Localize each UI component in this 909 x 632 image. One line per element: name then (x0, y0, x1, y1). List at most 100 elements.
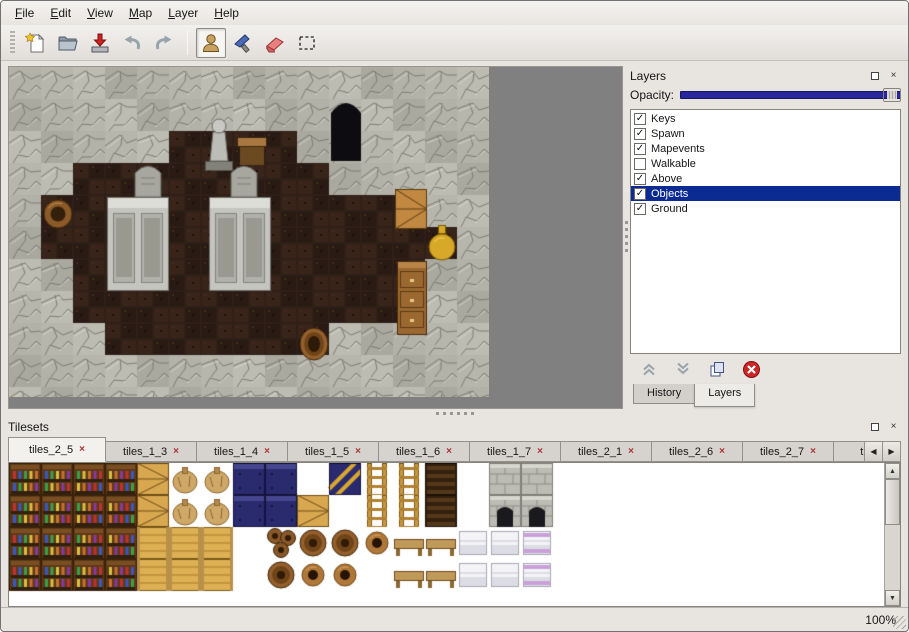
scroll-down-button[interactable]: ▼ (885, 590, 900, 606)
stamp-tool-button[interactable] (196, 28, 226, 58)
raise-layer-button[interactable] (638, 358, 660, 380)
layer-checkbox[interactable]: ✓ (634, 128, 646, 140)
menu-view[interactable]: View (79, 3, 121, 23)
tileset-tab[interactable]: tiles_2_1× (560, 441, 652, 462)
layer-row[interactable]: ✓Mapevents (631, 141, 900, 156)
zoom-level: 100% (865, 613, 896, 627)
tileset-tab[interactable]: tiles_1_7× (469, 441, 561, 462)
eraser-tool-button[interactable] (260, 28, 290, 58)
tab-label: tiles_2_7 (760, 446, 804, 458)
float-dock-button[interactable] (867, 68, 882, 83)
tab-close-icon[interactable]: × (173, 446, 179, 457)
select-tool-button[interactable] (292, 28, 322, 58)
scroll-up-button[interactable]: ▲ (885, 463, 900, 479)
tab-close-icon[interactable]: × (355, 446, 361, 457)
tileset-tab[interactable]: tiles_2_5× (8, 437, 106, 462)
close-dock-button[interactable]: × (886, 68, 901, 83)
splitter-vertical[interactable] (623, 66, 630, 409)
float-icon (871, 72, 879, 80)
duplicate-layer-button[interactable] (706, 358, 728, 380)
layer-label: Spawn (651, 128, 685, 140)
layer-row[interactable]: ✓ Ground (631, 201, 900, 216)
open-folder-icon (57, 32, 79, 54)
tab-close-icon[interactable]: × (810, 446, 816, 457)
menu-file[interactable]: File (7, 3, 42, 23)
tilesets-dock-titlebar: Tilesets × (8, 417, 901, 436)
tileset-tabbar: tiles_2_5× tiles_1_3× tiles_1_4× tiles_1… (8, 436, 901, 462)
resize-grip-icon[interactable] (893, 616, 906, 629)
undo-icon (121, 32, 143, 54)
tileset-tab[interactable]: tiles_1_6 × (378, 441, 470, 462)
tab-close-icon[interactable]: × (264, 446, 270, 457)
map-canvas[interactable] (9, 67, 489, 397)
layer-list: ✓Keys ✓Spawn ✓Mapevents Walkable ✓Above … (630, 109, 901, 354)
tab-label: History (647, 387, 681, 399)
layer-label: Walkable (651, 158, 696, 170)
opacity-slider-track[interactable] (680, 91, 901, 99)
main-area: Layers × Opacity: ✓Keys ✓ Spawn ✓Mapevent… (1, 61, 908, 409)
new-file-icon (25, 32, 47, 54)
app-window: File Edit View Map Layer Help (0, 0, 909, 632)
layer-row[interactable]: ✓ Spawn (631, 126, 900, 141)
tab-close-icon[interactable]: × (446, 446, 452, 457)
layer-row[interactable]: ✓Keys (631, 111, 900, 126)
tileset-tab[interactable]: tiles_2_6× (651, 441, 743, 462)
layer-checkbox[interactable] (634, 158, 646, 170)
menu-layer[interactable]: Layer (160, 3, 206, 23)
layer-label: Ground (651, 203, 688, 215)
float-dock-button[interactable] (867, 419, 882, 434)
tab-close-icon[interactable]: × (537, 446, 543, 457)
layer-row[interactable]: ✓Above (631, 171, 900, 186)
tab-close-icon[interactable]: × (628, 446, 634, 457)
layer-checkbox[interactable]: ✓ (634, 188, 646, 200)
person-stamp-icon (200, 32, 222, 54)
tileset-tab[interactable]: tiles_1_5× (287, 441, 379, 462)
tileset-content: ▲ ▼ (8, 462, 901, 607)
tab-layers[interactable]: Layers (694, 384, 755, 407)
scrollbar-thumb[interactable] (885, 479, 900, 525)
tab-scroll-right-button[interactable]: ▶ (882, 441, 901, 462)
layer-label: Objects (651, 188, 688, 200)
open-map-button[interactable] (53, 28, 83, 58)
splitter-grip (625, 221, 628, 255)
tab-close-icon[interactable]: × (719, 446, 725, 457)
tab-label: tiles_1_6 (396, 446, 440, 458)
chevrons-down-icon (674, 360, 692, 378)
scrollbar-track[interactable] (885, 525, 900, 590)
menu-help[interactable]: Help (206, 3, 247, 23)
tab-scroll-left-button[interactable]: ◀ (864, 441, 883, 462)
save-map-button[interactable] (85, 28, 115, 58)
lower-layer-button[interactable] (672, 358, 694, 380)
delete-layer-button[interactable] (740, 358, 762, 380)
layer-row[interactable]: ✓ Objects (631, 186, 900, 201)
new-file-button[interactable] (21, 28, 51, 58)
tab-scroll-arrows: ◀ ▶ (865, 441, 901, 462)
tab-history[interactable]: History (633, 384, 695, 404)
menu-map[interactable]: Map (121, 3, 160, 23)
redo-button[interactable] (149, 28, 179, 58)
tileset-canvas[interactable] (9, 463, 884, 606)
tileset-tab[interactable]: tiles_2_7 × (742, 441, 834, 462)
opacity-label: Opacity: (630, 88, 674, 102)
tileset-tab[interactable]: tiles_1_3× (105, 441, 197, 462)
chevrons-up-icon (640, 360, 658, 378)
delete-icon (742, 360, 761, 379)
menu-edit[interactable]: Edit (42, 3, 79, 23)
tileset-tab[interactable]: tiles_1_4× (196, 441, 288, 462)
close-dock-button[interactable]: × (886, 419, 901, 434)
layer-checkbox[interactable]: ✓ (634, 173, 646, 185)
undo-button[interactable] (117, 28, 147, 58)
layer-checkbox[interactable]: ✓ (634, 113, 646, 125)
layers-dock-titlebar: Layers × (630, 66, 901, 85)
layer-checkbox[interactable]: ✓ (634, 203, 646, 215)
tab-close-icon[interactable]: × (79, 444, 85, 455)
toolbar-drag-handle[interactable] (10, 31, 15, 55)
opacity-slider-handle[interactable] (883, 88, 901, 102)
layer-checkbox[interactable]: ✓ (634, 143, 646, 155)
splitter-horizontal[interactable] (1, 409, 908, 417)
fill-tool-button[interactable] (228, 28, 258, 58)
layer-row[interactable]: Walkable (631, 156, 900, 171)
arrow-left-icon: ◀ (870, 447, 876, 456)
opacity-slider[interactable] (680, 87, 901, 103)
tilesets-panel: Tilesets × tiles_2_5× tiles_1_3× tiles_1… (1, 417, 908, 607)
